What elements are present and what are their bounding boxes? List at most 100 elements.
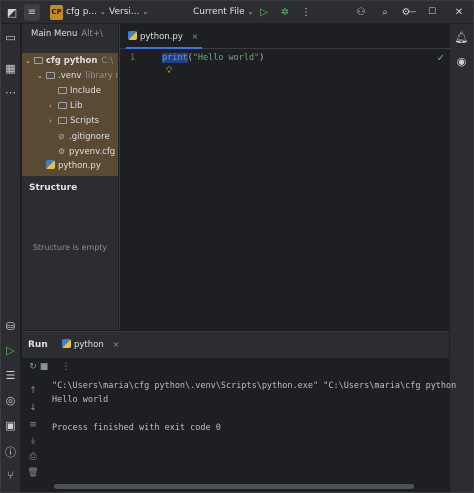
horizontal-scrollbar[interactable] [54,484,414,489]
tree-item-path: C:\ [101,56,114,66]
maximize-icon[interactable]: ☐ [426,1,438,24]
chevron-down-icon[interactable]: ⌄ [25,54,34,69]
python-packages-icon[interactable]: ⛁ [1,320,20,333]
tree-item-label: cfg python [46,56,98,66]
ai-assistant-icon[interactable]: ◉ [450,55,473,68]
tree-item[interactable]: ⊘ .gitignore [49,129,110,144]
chevron-down-icon: ⌄ [142,8,149,16]
tree-item-label: Scripts [70,116,100,126]
console-line: Process finished with exit code 0 [52,423,221,433]
vcs-label: Versi... [109,7,140,17]
project-icon[interactable]: ▭ [1,31,20,44]
close-tab-icon[interactable]: × [192,24,199,49]
search-icon[interactable]: ⌕ [379,1,391,24]
code-close-paren: ) [259,53,265,63]
tree-item[interactable]: › Lib [49,99,83,114]
code-line[interactable]: print("Hello world") [162,53,264,63]
chevron-down-icon[interactable]: ⌄ [37,69,46,84]
left-toolbar: ▭ ▦ ⋯ ⛁ ▷ ☰ ◎ ▣ ⓘ ⑂ [1,24,21,492]
gitignore-icon: ⊘ [58,132,65,141]
tree-item-label: pyvenv.cfg [69,147,116,157]
tree-item-label: python.py [58,161,101,171]
debug-icon[interactable]: ✲ [279,1,291,24]
stop-icon[interactable]: ■ [38,362,50,372]
services-icon[interactable]: ◎ [1,394,20,407]
tree-item[interactable]: ⌄ .venv library r [37,69,118,84]
tab-label: python.py [140,32,183,42]
terminal-icon[interactable]: ▣ [1,419,20,432]
title-bar: ◩ ≡ CP cfg p... ⌄ Versi... ⌄ Current Fil… [1,1,473,24]
chevron-down-icon: ⌄ [247,8,254,16]
run-config-selector[interactable]: Current File ⌄ [193,1,253,24]
python-file-icon [62,339,71,348]
run-panel-header: Run python × [22,332,449,358]
project-tree: ⌄ cfg python C:\ ⌄ .venv library r Include › Lib… [22,53,118,176]
layers-icon[interactable]: ☰ [1,369,20,382]
tree-item[interactable]: python.py [37,159,101,174]
chevron-right-icon[interactable]: › [49,114,58,129]
more-icon[interactable]: ⋮ [60,362,72,372]
config-file-icon: ⚙ [58,147,66,156]
tab-python-py[interactable]: python.py × [126,24,203,49]
tree-item-label: Lib [70,101,83,111]
more-tools-icon[interactable]: ⋯ [1,86,20,99]
scroll-down-icon[interactable]: ↓ [22,403,44,413]
scroll-to-end-icon[interactable]: ⤓ [22,436,44,446]
project-badge: CP [50,5,63,20]
tree-item[interactable]: Include [49,84,101,99]
tree-item-label: .gitignore [69,132,110,142]
python-file-icon [128,31,137,40]
vcs-widget[interactable]: Versi... ⌄ [109,1,148,24]
close-icon[interactable]: ✕ [453,1,465,24]
print-icon[interactable]: ⎙ [22,452,44,462]
console-output[interactable]: "C:\Users\maria\cfg python\.venv\Scripts… [52,379,456,435]
hamburger-menu-icon[interactable]: ≡ [24,4,40,21]
structure-title: Structure [29,183,78,193]
lightbulb-icon[interactable]: 💡︎ [166,66,172,76]
scroll-up-icon[interactable]: ↑ [22,386,44,396]
chevron-down-icon: ⌄ [99,8,106,16]
console-line: Hello world [52,395,109,405]
version-control-icon[interactable]: ⑂ [1,469,20,482]
console-line: "C:\Users\maria\cfg python\.venv\Scripts… [52,381,457,391]
tree-item[interactable]: › Scripts [49,114,99,129]
main-menu-shortcut: Alt+\ [81,29,103,39]
folder-icon [34,57,43,64]
run-config-label: Current File [193,7,245,17]
editor-tabs: python.py × [120,24,450,49]
close-tab-icon[interactable]: × [112,332,119,358]
code-string: "Hello world" [192,53,260,63]
code-keyword: print [162,53,188,63]
inspection-ok-icon[interactable]: ✓ [437,53,445,64]
tree-item[interactable]: ⚙ pyvenv.cfg [49,144,115,159]
line-number: 1 [130,53,136,63]
run-tab-python[interactable]: python × [62,332,119,358]
notifications-icon[interactable]: 🔔︎ [450,31,473,44]
editor-area: python.py × 1 print("Hello world") 💡︎ ✓ [119,24,450,330]
main-menu-popup[interactable]: Main Menu Alt+\ [22,24,118,44]
structure-empty-text: Structure is empty [32,243,108,252]
folder-icon [46,72,55,79]
add-user-icon[interactable]: ⚇ [355,1,367,24]
tree-item-path: library r [85,71,118,81]
structure-icon[interactable]: ▦ [1,62,20,75]
soft-wrap-icon[interactable]: ≡ [22,420,44,430]
problems-icon[interactable]: ⓘ [1,444,20,460]
chevron-right-icon[interactable]: › [49,99,58,114]
folder-icon [58,117,67,124]
folder-icon [58,102,67,109]
project-switcher[interactable]: cfg p... ⌄ [66,1,106,24]
python-file-icon [46,160,55,169]
clear-icon[interactable]: 🗑︎ [22,468,44,478]
more-actions-icon[interactable]: ⋮ [300,1,312,24]
tree-item[interactable]: ⌄ cfg python C:\ [25,54,113,69]
run-tab-label: python [74,340,104,350]
run-tool-icon[interactable]: ▷ [1,344,20,357]
minimize-icon[interactable]: — [406,1,418,24]
tree-item-label: .venv [58,71,82,81]
app-logo-icon: ◩ [6,6,18,19]
run-icon[interactable]: ▷ [258,1,270,24]
project-name: cfg p... [66,7,97,17]
run-panel-title: Run [28,340,48,350]
folder-icon [58,87,67,94]
